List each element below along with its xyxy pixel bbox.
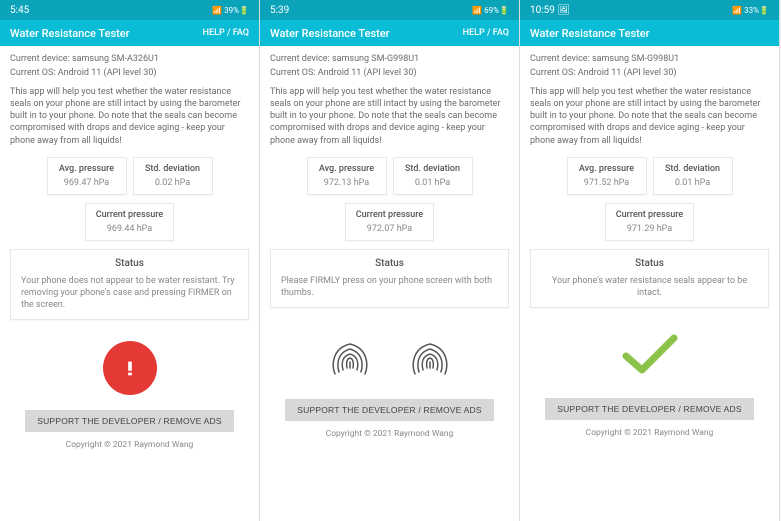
result-icon-area xyxy=(270,326,509,387)
device-line: Current device: samsung SM-A326U1 xyxy=(10,54,249,64)
status-icons: 📶 39%🔋 xyxy=(212,6,249,15)
clock: 10:59 🖼 xyxy=(530,5,570,16)
app-description: This app will help you test whether the … xyxy=(10,86,249,147)
app-bar: Water Resistance Tester HELP / FAQ xyxy=(260,20,519,46)
avg-pressure-value: 972.13 hPa xyxy=(318,178,376,188)
pressure-cards-row: Avg. pressure 972.13 hPa Std. deviation … xyxy=(270,157,509,195)
current-pressure-card: Current pressure 971.29 hPa xyxy=(605,203,694,241)
app-title: Water Resistance Tester xyxy=(10,27,130,40)
phone-screen-2: 5:39 📶 69%🔋 Water Resistance Tester HELP… xyxy=(260,0,520,521)
current-pressure-card: Current pressure 969.44 hPa xyxy=(85,203,174,241)
help-link[interactable]: HELP / FAQ xyxy=(203,28,249,38)
std-dev-card: Std. deviation 0.01 hPa xyxy=(393,157,473,195)
current-pressure-label: Current pressure xyxy=(616,210,683,220)
current-pressure-label: Current pressure xyxy=(356,210,423,220)
avg-pressure-label: Avg. pressure xyxy=(58,164,116,174)
clock: 5:39 xyxy=(270,5,289,16)
avg-pressure-card: Avg. pressure 971.52 hPa xyxy=(567,157,647,195)
os-line: Current OS: Android 11 (API level 30) xyxy=(530,68,769,78)
status-title: Status xyxy=(541,258,758,269)
avg-pressure-label: Avg. pressure xyxy=(578,164,636,174)
std-dev-label: Std. deviation xyxy=(144,164,202,174)
app-title: Water Resistance Tester xyxy=(270,27,390,40)
android-status-bar: 5:45 📶 39%🔋 xyxy=(0,0,259,20)
support-button[interactable]: SUPPORT THE DEVELOPER / REMOVE ADS xyxy=(285,399,493,421)
android-status-bar: 10:59 🖼 📶 33%🔋 xyxy=(520,0,779,20)
alert-icon xyxy=(103,341,157,395)
help-link[interactable]: HELP / FAQ xyxy=(463,28,509,38)
pressure-cards-row: Avg. pressure 971.52 hPa Std. deviation … xyxy=(530,157,769,195)
app-title: Water Resistance Tester xyxy=(530,27,650,40)
app-description: This app will help you test whether the … xyxy=(270,86,509,147)
device-line: Current device: samsung SM-G998U1 xyxy=(270,54,509,64)
current-pressure-value: 969.44 hPa xyxy=(96,224,163,234)
app-bar: Water Resistance Tester xyxy=(520,20,779,46)
std-dev-card: Std. deviation 0.01 hPa xyxy=(653,157,733,195)
content-area: Current device: samsung SM-G998U1 Curren… xyxy=(520,46,779,521)
status-text: Please FIRMLY press on your phone screen… xyxy=(281,275,498,299)
android-status-bar: 5:39 📶 69%🔋 xyxy=(260,0,519,20)
result-icon-area xyxy=(10,338,249,398)
std-dev-label: Std. deviation xyxy=(404,164,462,174)
clock: 5:45 xyxy=(10,5,29,16)
avg-pressure-value: 969.47 hPa xyxy=(58,178,116,188)
status-icons: 📶 69%🔋 xyxy=(472,6,509,15)
device-line: Current device: samsung SM-G998U1 xyxy=(530,54,769,64)
status-card: Status Your phone does not appear to be … xyxy=(10,249,249,320)
content-area: Current device: samsung SM-G998U1 Curren… xyxy=(260,46,519,521)
os-line: Current OS: Android 11 (API level 30) xyxy=(270,68,509,78)
copyright: Copyright © 2021 Raymond Wang xyxy=(10,440,249,450)
status-card: Status Your phone's water resistance sea… xyxy=(530,249,769,308)
std-dev-value: 0.01 hPa xyxy=(404,178,462,188)
current-pressure-card: Current pressure 972.07 hPa xyxy=(345,203,434,241)
pressure-cards-row: Avg. pressure 969.47 hPa Std. deviation … xyxy=(10,157,249,195)
std-dev-label: Std. deviation xyxy=(664,164,722,174)
std-dev-card: Std. deviation 0.02 hPa xyxy=(133,157,213,195)
copyright: Copyright © 2021 Raymond Wang xyxy=(270,429,509,439)
current-card-row: Current pressure 971.29 hPa xyxy=(530,203,769,241)
status-icons: 📶 33%🔋 xyxy=(732,6,769,15)
app-bar: Water Resistance Tester HELP / FAQ xyxy=(0,20,259,46)
fingerprint-icon xyxy=(325,326,375,387)
status-title: Status xyxy=(21,258,238,269)
status-text: Your phone's water resistance seals appe… xyxy=(541,275,758,299)
status-card: Status Please FIRMLY press on your phone… xyxy=(270,249,509,308)
avg-pressure-label: Avg. pressure xyxy=(318,164,376,174)
phone-screen-3: 10:59 🖼 📶 33%🔋 Water Resistance Tester C… xyxy=(520,0,780,521)
current-card-row: Current pressure 969.44 hPa xyxy=(10,203,249,241)
content-area: Current device: samsung SM-A326U1 Curren… xyxy=(0,46,259,521)
phone-screen-1: 5:45 📶 39%🔋 Water Resistance Tester HELP… xyxy=(0,0,260,521)
fingerprint-icon xyxy=(405,326,455,387)
status-title: Status xyxy=(281,258,498,269)
std-dev-value: 0.02 hPa xyxy=(144,178,202,188)
copyright: Copyright © 2021 Raymond Wang xyxy=(530,428,769,438)
current-pressure-value: 972.07 hPa xyxy=(356,224,423,234)
app-description: This app will help you test whether the … xyxy=(530,86,769,147)
current-pressure-label: Current pressure xyxy=(96,210,163,220)
current-card-row: Current pressure 972.07 hPa xyxy=(270,203,509,241)
std-dev-value: 0.01 hPa xyxy=(664,178,722,188)
avg-pressure-value: 971.52 hPa xyxy=(578,178,636,188)
avg-pressure-card: Avg. pressure 969.47 hPa xyxy=(47,157,127,195)
os-line: Current OS: Android 11 (API level 30) xyxy=(10,68,249,78)
support-button[interactable]: SUPPORT THE DEVELOPER / REMOVE ADS xyxy=(25,410,233,432)
result-icon-area xyxy=(530,326,769,386)
check-icon xyxy=(618,330,682,381)
status-text: Your phone does not appear to be water r… xyxy=(21,275,238,311)
avg-pressure-card: Avg. pressure 972.13 hPa xyxy=(307,157,387,195)
current-pressure-value: 971.29 hPa xyxy=(616,224,683,234)
support-button[interactable]: SUPPORT THE DEVELOPER / REMOVE ADS xyxy=(545,398,753,420)
